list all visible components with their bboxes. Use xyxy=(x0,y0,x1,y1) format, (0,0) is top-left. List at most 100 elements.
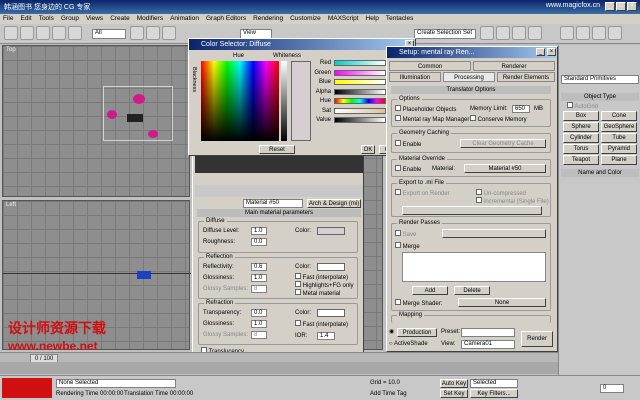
delete-button[interactable]: Delete xyxy=(454,286,490,295)
refraction-glossy-samples-spinner[interactable]: 8 xyxy=(251,331,267,339)
layer-manager-icon[interactable] xyxy=(512,26,526,40)
memory-limit-spinner[interactable]: 650 xyxy=(512,105,530,113)
bind-space-warp-icon[interactable] xyxy=(68,26,82,40)
camera-object[interactable] xyxy=(137,271,151,279)
name-and-color-rollout[interactable]: Name and Color xyxy=(561,169,639,177)
menu-maxscript[interactable]: MAXScript xyxy=(328,14,359,24)
current-frame-field[interactable]: 0 xyxy=(600,384,624,393)
render-setup-icon[interactable] xyxy=(576,26,590,40)
primitive-sphere-button[interactable]: Sphere xyxy=(563,122,599,132)
material-name-field[interactable]: Material #50 xyxy=(243,199,303,208)
diffuse-level-spinner[interactable]: 1.0 xyxy=(251,227,267,235)
primitive-teapot-button[interactable]: Teapot xyxy=(563,155,599,165)
override-material-button[interactable]: Material #50 xyxy=(464,164,546,173)
main-material-rollout[interactable]: Main material parameters xyxy=(197,209,361,217)
minimize-icon[interactable]: _ xyxy=(536,48,545,56)
select-icon[interactable] xyxy=(130,26,144,40)
ok-button[interactable]: OK xyxy=(361,145,375,154)
selection-filter-dropdown[interactable]: All xyxy=(92,29,126,39)
add-time-tag[interactable]: Add Time Tag xyxy=(370,390,407,398)
time-slider[interactable]: 0 / 100 xyxy=(0,352,558,364)
link-icon[interactable] xyxy=(36,26,50,40)
render-passes-list[interactable] xyxy=(402,252,546,282)
tab-processing[interactable]: Processing xyxy=(443,72,495,82)
highlights-fg-checkbox[interactable] xyxy=(295,281,301,287)
menu-views[interactable]: Views xyxy=(86,14,103,24)
whiteness-slider[interactable] xyxy=(281,61,287,141)
menu-tools[interactable]: Tools xyxy=(39,14,54,24)
curve-editor-icon[interactable] xyxy=(528,26,542,40)
auto-key-button[interactable]: Auto Key xyxy=(440,379,468,388)
tab-renderer[interactable]: Renderer xyxy=(473,61,555,71)
selection-set-input[interactable]: Create Selection Set xyxy=(414,29,476,39)
menu-rendering[interactable]: Rendering xyxy=(253,14,283,24)
channel-slider-sat[interactable] xyxy=(334,107,386,114)
track-bar[interactable] xyxy=(0,362,558,374)
material-editor-icon[interactable] xyxy=(560,26,574,40)
channel-slider-alpha[interactable] xyxy=(334,88,386,95)
reset-button[interactable]: Reset xyxy=(259,145,295,154)
render-passes-save-checkbox[interactable] xyxy=(395,230,401,236)
tab-render-elements[interactable]: Render Elements xyxy=(497,72,555,82)
primitive-box-button[interactable]: Box xyxy=(563,111,599,121)
reflection-glossy-samples-spinner[interactable]: 8 xyxy=(251,285,267,293)
channel-slider-value[interactable] xyxy=(334,117,386,123)
refraction-glossiness-spinner[interactable]: 1.0 xyxy=(251,320,267,328)
primitive-torus-button[interactable]: Torus xyxy=(563,144,599,154)
channel-slider-green[interactable] xyxy=(334,69,386,76)
viewport-top-label[interactable]: Top xyxy=(6,47,16,53)
render-button[interactable]: Render xyxy=(521,331,553,347)
render-passes-merge-checkbox[interactable] xyxy=(395,242,401,248)
placeholder-objects-checkbox[interactable] xyxy=(395,105,401,111)
minimize-icon[interactable]: _ xyxy=(605,2,615,11)
region-select-icon[interactable] xyxy=(162,26,176,40)
menu-edit[interactable]: Edit xyxy=(20,14,31,24)
menu-animation[interactable]: Animation xyxy=(170,14,199,24)
primitive-category-dropdown[interactable]: Standard Primitives xyxy=(561,75,639,84)
primitive-tube-button[interactable]: Tube xyxy=(601,133,637,143)
render-passes-save-button[interactable] xyxy=(442,229,546,238)
transparency-spinner[interactable]: 0.0 xyxy=(251,309,267,317)
set-key-button[interactable]: Set Key xyxy=(440,389,468,398)
material-type-button[interactable]: Arch & Design (mi) xyxy=(307,199,361,208)
primitive-geosphere-button[interactable]: GeoSphere xyxy=(601,122,637,132)
maximize-icon[interactable]: □ xyxy=(616,2,626,11)
render-frame-icon[interactable] xyxy=(592,26,606,40)
export-on-render-checkbox[interactable] xyxy=(395,189,401,195)
reflectivity-spinner[interactable]: 0.6 xyxy=(251,263,267,271)
primitive-cone-button[interactable]: Cone xyxy=(601,111,637,121)
menu-customize[interactable]: Customize xyxy=(290,14,321,24)
refraction-fast-interpolate-checkbox[interactable] xyxy=(295,320,301,326)
clear-geometry-cache-button[interactable]: Clear Geometry Cache xyxy=(460,139,546,148)
menu-create[interactable]: Create xyxy=(110,14,130,24)
quick-render-icon[interactable] xyxy=(608,26,622,40)
viewport-left-label[interactable]: Left xyxy=(6,202,16,208)
incremental-checkbox[interactable] xyxy=(476,197,482,203)
channel-slider-red[interactable] xyxy=(334,60,386,66)
autogrid-checkbox[interactable] xyxy=(567,102,573,108)
export-file-button[interactable] xyxy=(402,206,542,215)
reflection-glossiness-spinner[interactable]: 1.0 xyxy=(251,274,267,282)
menu-tentacles[interactable]: Tentacles xyxy=(386,14,413,24)
unlink-icon[interactable] xyxy=(52,26,66,40)
reflection-color-swatch[interactable] xyxy=(317,263,345,271)
menu-group[interactable]: Group xyxy=(61,14,79,24)
merge-shader-button[interactable]: None xyxy=(458,298,546,307)
close-icon[interactable]: × xyxy=(547,48,556,56)
menu-file[interactable]: File xyxy=(3,14,13,24)
production-dropdown[interactable]: Production xyxy=(397,328,437,337)
flower-object[interactable] xyxy=(148,130,158,138)
table-object[interactable] xyxy=(127,114,143,122)
add-button[interactable]: Add xyxy=(412,286,448,295)
flower-object[interactable] xyxy=(107,110,117,119)
primitive-pyramid-button[interactable]: Pyramid xyxy=(601,144,637,154)
menu-modifiers[interactable]: Modifiers xyxy=(137,14,163,24)
tab-illumination[interactable]: Illumination xyxy=(389,72,441,82)
redo-icon[interactable] xyxy=(20,26,34,40)
key-filters-button[interactable]: Key Filters... xyxy=(470,389,518,398)
channel-slider-blue[interactable] xyxy=(334,79,386,85)
preset-dropdown[interactable] xyxy=(461,328,515,337)
primitive-plane-button[interactable]: Plane xyxy=(601,155,637,165)
key-mode-dropdown[interactable]: Selected xyxy=(470,379,518,388)
mirror-icon[interactable] xyxy=(480,26,494,40)
